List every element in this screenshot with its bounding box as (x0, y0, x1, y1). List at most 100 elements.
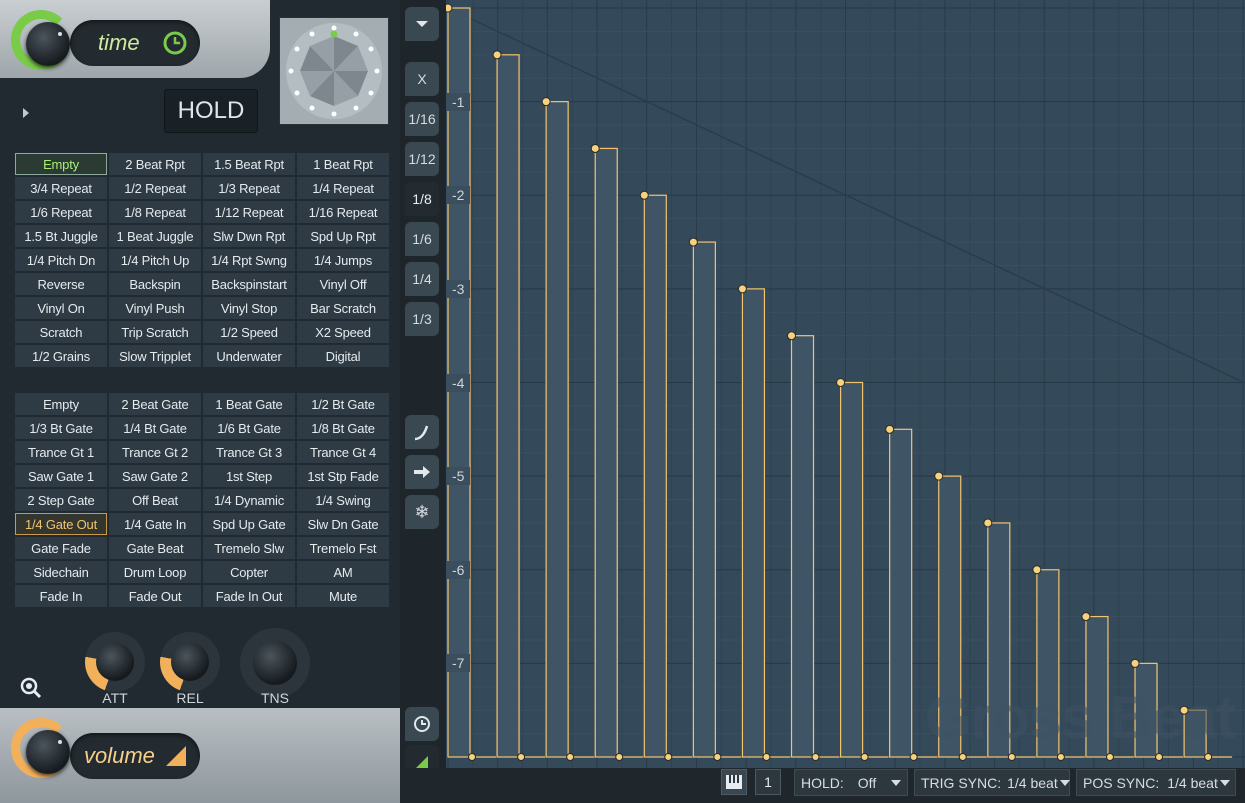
time-preset-button[interactable]: 1/4 Rpt Swng (203, 249, 295, 271)
time-preset-button[interactable]: Vinyl Off (297, 273, 389, 295)
time-preset-button[interactable]: Vinyl On (15, 297, 107, 319)
time-preset-button[interactable]: 1 Beat Juggle (109, 225, 201, 247)
time-preset-button[interactable]: 2 Beat Rpt (109, 153, 201, 175)
time-preset-button[interactable]: Spd Up Rpt (297, 225, 389, 247)
volume-preset-button[interactable]: AM (297, 561, 389, 583)
volume-preset-button[interactable]: Sidechain (15, 561, 107, 583)
rel-knob[interactable] (160, 632, 220, 692)
att-knob[interactable] (85, 632, 145, 692)
pos-sync-dropdown[interactable]: POS SYNC: 1/4 beat (1076, 769, 1236, 796)
time-preset-button[interactable]: X2 Speed (297, 321, 389, 343)
time-mode-pill[interactable]: time (70, 20, 200, 66)
volume-mix-knob[interactable] (26, 730, 70, 774)
trig-sync-dropdown[interactable]: TRIG SYNC: 1/4 beat (914, 769, 1070, 796)
time-preset-button[interactable]: 1/4 Jumps (297, 249, 389, 271)
menu-dropdown-button[interactable] (405, 7, 439, 41)
time-preset-button[interactable]: 1/8 Repeat (109, 201, 201, 223)
time-preset-button[interactable]: 1/6 Repeat (15, 201, 107, 223)
volume-preset-button[interactable]: Saw Gate 1 (15, 465, 107, 487)
time-preset-button[interactable]: Digital (297, 345, 389, 367)
volume-preset-button[interactable]: 1/4 Dynamic (203, 489, 295, 511)
volume-preset-button[interactable]: Gate Beat (109, 537, 201, 559)
volume-preset-button[interactable]: Tremelo Slw (203, 537, 295, 559)
volume-preset-button[interactable]: 1st Stp Fade (297, 465, 389, 487)
time-view-button[interactable] (405, 707, 439, 741)
time-preset-button[interactable]: Vinyl Push (109, 297, 201, 319)
pattern-dial[interactable] (279, 17, 389, 125)
volume-preset-button[interactable]: Fade Out (109, 585, 201, 607)
time-preset-button[interactable]: 1/4 Pitch Up (109, 249, 201, 271)
shift-right-button[interactable] (405, 455, 439, 489)
volume-preset-button[interactable]: 1/6 Bt Gate (203, 417, 295, 439)
clear-button[interactable]: X (405, 62, 439, 96)
time-preset-button[interactable]: 1.5 Bt Juggle (15, 225, 107, 247)
time-preset-button[interactable]: 1/2 Repeat (109, 177, 201, 199)
volume-preset-button[interactable]: Fade In Out (203, 585, 295, 607)
volume-preset-button[interactable]: Copter (203, 561, 295, 583)
volume-preset-button[interactable]: Gate Fade (15, 537, 107, 559)
division-button[interactable]: 1/4 (405, 262, 439, 296)
time-preset-button[interactable]: Reverse (15, 273, 107, 295)
time-preset-button[interactable]: Vinyl Stop (203, 297, 295, 319)
time-preset-button[interactable]: Underwater (203, 345, 295, 367)
division-button[interactable]: 1/16 (405, 102, 439, 136)
time-preset-button[interactable]: 1/2 Grains (15, 345, 107, 367)
time-preset-button[interactable]: Slw Dwn Rpt (203, 225, 295, 247)
volume-preset-button[interactable]: 2 Beat Gate (109, 393, 201, 415)
division-button[interactable]: 1/3 (405, 302, 439, 336)
volume-preset-button[interactable]: Off Beat (109, 489, 201, 511)
volume-preset-button[interactable]: Spd Up Gate (203, 513, 295, 535)
volume-preset-button[interactable]: Fade In (15, 585, 107, 607)
keyboard-toggle-button[interactable] (721, 769, 747, 795)
volume-preset-button[interactable]: 1/4 Gate Out (15, 513, 107, 535)
volume-preset-button[interactable]: Slw Dn Gate (297, 513, 389, 535)
volume-preset-button[interactable]: Tremelo Fst (297, 537, 389, 559)
time-preset-button[interactable]: Scratch (15, 321, 107, 343)
envelope-plot[interactable] (446, 0, 1245, 768)
hold-dropdown[interactable]: HOLD: Off (794, 769, 908, 796)
time-preset-button[interactable]: Bar Scratch (297, 297, 389, 319)
time-preset-button[interactable]: 1/12 Repeat (203, 201, 295, 223)
step-button[interactable]: 1 (755, 769, 781, 795)
division-button[interactable]: 1/12 (405, 142, 439, 176)
volume-preset-button[interactable]: Trance Gt 4 (297, 441, 389, 463)
expand-arrow-icon[interactable] (23, 108, 29, 118)
randomize-button[interactable]: ❄ (405, 495, 439, 529)
volume-preset-button[interactable]: 1/3 Bt Gate (15, 417, 107, 439)
time-preset-button[interactable]: 1.5 Beat Rpt (203, 153, 295, 175)
hold-button[interactable]: HOLD (164, 89, 258, 133)
volume-preset-button[interactable]: Trance Gt 2 (109, 441, 201, 463)
volume-preset-button[interactable]: 1/8 Bt Gate (297, 417, 389, 439)
volume-preset-button[interactable]: Trance Gt 3 (203, 441, 295, 463)
time-mix-knob[interactable] (26, 22, 70, 66)
volume-preset-button[interactable]: Empty (15, 393, 107, 415)
volume-mode-pill[interactable]: volume (70, 733, 200, 779)
volume-preset-button[interactable]: Drum Loop (109, 561, 201, 583)
division-button[interactable]: 1/8 (405, 182, 439, 216)
time-preset-button[interactable]: Slow Tripplet (109, 345, 201, 367)
volume-preset-button[interactable]: Saw Gate 2 (109, 465, 201, 487)
time-preset-button[interactable]: Empty (15, 153, 107, 175)
volume-preset-button[interactable]: 1/2 Bt Gate (297, 393, 389, 415)
time-preset-button[interactable]: 3/4 Repeat (15, 177, 107, 199)
volume-preset-button[interactable]: 1/4 Gate In (109, 513, 201, 535)
zoom-icon[interactable] (19, 676, 43, 700)
division-button[interactable]: 1/6 (405, 222, 439, 256)
time-preset-button[interactable]: 1 Beat Rpt (297, 153, 389, 175)
volume-preset-button[interactable]: Trance Gt 1 (15, 441, 107, 463)
time-preset-button[interactable]: 1/2 Speed (203, 321, 295, 343)
time-preset-button[interactable]: 1/4 Pitch Dn (15, 249, 107, 271)
volume-preset-button[interactable]: Mute (297, 585, 389, 607)
volume-preset-button[interactable]: 1st Step (203, 465, 295, 487)
time-preset-button[interactable]: 1/16 Repeat (297, 201, 389, 223)
volume-preset-button[interactable]: 1/4 Bt Gate (109, 417, 201, 439)
volume-preset-button[interactable]: 1/4 Swing (297, 489, 389, 511)
time-preset-button[interactable]: Backspinstart (203, 273, 295, 295)
tns-knob[interactable] (240, 628, 310, 698)
curve-tool-button[interactable] (405, 415, 439, 449)
volume-preset-button[interactable]: 2 Step Gate (15, 489, 107, 511)
time-preset-button[interactable]: Backspin (109, 273, 201, 295)
volume-preset-button[interactable]: 1 Beat Gate (203, 393, 295, 415)
time-preset-button[interactable]: 1/3 Repeat (203, 177, 295, 199)
time-preset-button[interactable]: Trip Scratch (109, 321, 201, 343)
